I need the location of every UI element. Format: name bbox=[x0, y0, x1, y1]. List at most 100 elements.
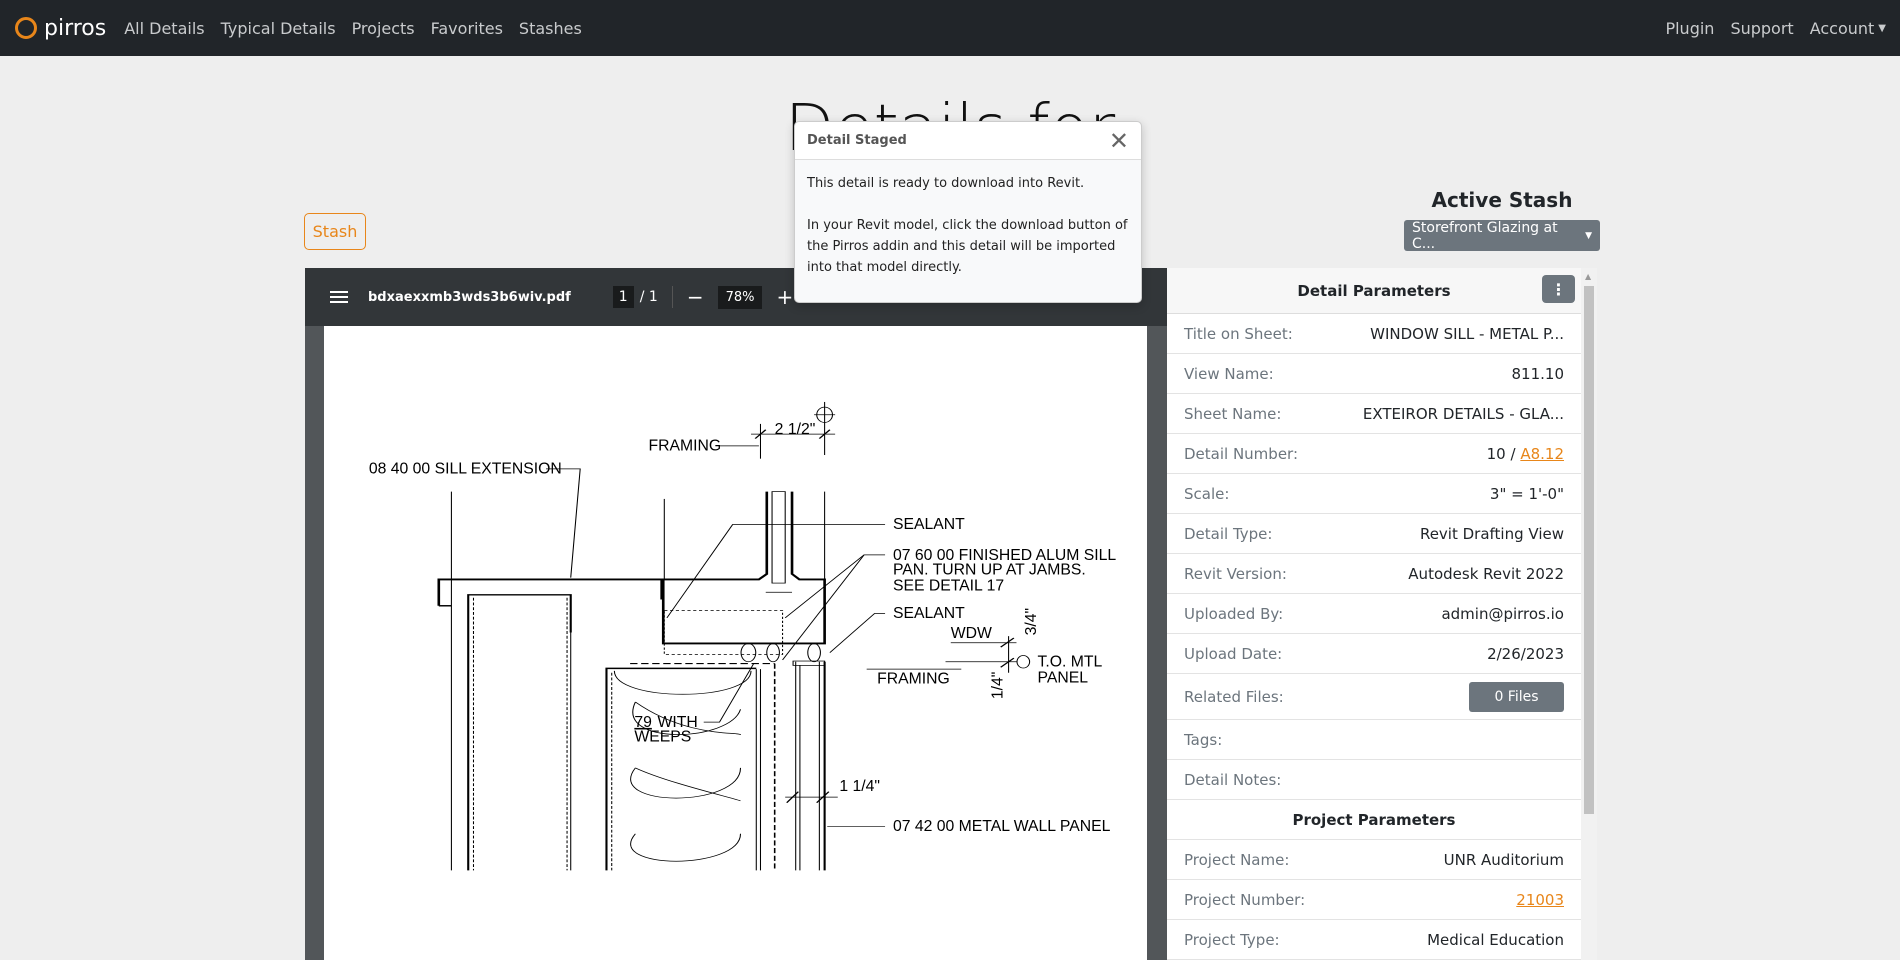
detail-drawing: FRAMING 2 1/2" 08 40 00 SILL EXTENSION S… bbox=[369, 401, 1116, 871]
related-files-button[interactable]: 0 Files bbox=[1469, 681, 1564, 712]
logo[interactable]: pirros bbox=[15, 16, 106, 41]
nav-plugin[interactable]: Plugin bbox=[1665, 19, 1714, 38]
project-parameters-header: Project Parameters bbox=[1167, 800, 1581, 840]
close-icon[interactable]: ✕ bbox=[1109, 127, 1129, 155]
parameter-row: Detail Notes: bbox=[1167, 760, 1581, 800]
brand-name: pirros bbox=[44, 15, 107, 41]
parameter-value: EXTEIROR DETAILS - GLA... bbox=[1363, 405, 1564, 423]
caret-down-icon: ▼ bbox=[1878, 22, 1886, 34]
parameter-row: Title on Sheet: WINDOW SILL - METAL P... bbox=[1167, 314, 1581, 354]
value-text: Revit Drafting View bbox=[1419, 524, 1564, 543]
page-total: / 1 bbox=[639, 289, 658, 305]
nav-projects[interactable]: Projects bbox=[352, 19, 415, 38]
parameter-label: Uploaded By: bbox=[1184, 604, 1284, 623]
pdf-filename: bdxaexxmb3wds3b6wiv.pdf bbox=[368, 289, 571, 305]
parameter-label: Detail Type: bbox=[1184, 524, 1273, 543]
caret-down-icon: ▼ bbox=[1585, 230, 1592, 241]
parameter-value: 3" = 1'-0" bbox=[1490, 485, 1564, 503]
drawing-label: WDW bbox=[951, 625, 992, 642]
parameter-link[interactable]: 21003 bbox=[1516, 891, 1564, 909]
pdf-page: FRAMING 2 1/2" 08 40 00 SILL EXTENSION S… bbox=[324, 326, 1147, 960]
parameter-value: Medical Education bbox=[1427, 931, 1564, 949]
scrollbar-thumb[interactable] bbox=[1584, 286, 1594, 814]
nav-typical-details[interactable]: Typical Details bbox=[221, 19, 336, 38]
value-text: UNR Auditorium bbox=[1443, 850, 1564, 869]
value-text: Autodesk Revit 2022 bbox=[1408, 564, 1564, 583]
parameter-label: Detail Notes: bbox=[1184, 770, 1282, 789]
parameter-value: Revit Drafting View bbox=[1420, 525, 1564, 543]
parameter-link[interactable]: A8.12 bbox=[1520, 445, 1564, 463]
value-text: 2/26/2023 bbox=[1487, 644, 1564, 663]
drawing-label: PAN. TURN UP AT JAMBS. bbox=[893, 562, 1086, 579]
section-heading: Detail Parameters bbox=[1297, 281, 1451, 300]
nav-account[interactable]: Account bbox=[1810, 19, 1875, 38]
parameter-label: Project Name: bbox=[1184, 850, 1290, 869]
nav-favorites[interactable]: Favorites bbox=[431, 19, 503, 38]
parameter-label: Detail Number: bbox=[1184, 444, 1299, 463]
divider bbox=[671, 286, 673, 308]
parameter-row: View Name: 811.10 bbox=[1167, 354, 1581, 394]
parameter-row: Detail Number: 10 / A8.12 bbox=[1167, 434, 1581, 474]
parameter-label: Project Number: bbox=[1184, 890, 1306, 909]
toast-body: This detail is ready to download into Re… bbox=[795, 160, 1141, 291]
zoom-in-icon[interactable]: + bbox=[776, 285, 793, 309]
drawing-label: FRAMING bbox=[649, 437, 722, 454]
toast-message: This detail is ready to download into Re… bbox=[807, 176, 1085, 191]
parameter-value: Autodesk Revit 2022 bbox=[1408, 565, 1564, 583]
detail-parameters-header: Detail Parameters ⋮ bbox=[1167, 268, 1581, 314]
parameter-label: Tags: bbox=[1184, 730, 1223, 749]
parameter-row: Tags: bbox=[1167, 720, 1581, 760]
parameter-value: WINDOW SILL - METAL P... bbox=[1370, 325, 1564, 343]
drawing-label: PANEL bbox=[1038, 670, 1089, 687]
zoom-out-icon[interactable]: − bbox=[687, 285, 704, 309]
parameter-label: Revit Version: bbox=[1184, 564, 1287, 583]
parameter-row: Project Type: Medical Education bbox=[1167, 920, 1581, 960]
value-text: EXTEIROR DETAILS - GLA... bbox=[1362, 404, 1564, 423]
active-stash-value: Storefront Glazing at C... bbox=[1412, 219, 1558, 252]
zoom-level[interactable]: 78% bbox=[717, 285, 763, 309]
value-text: Medical Education bbox=[1427, 930, 1564, 949]
parameter-value: admin@pirros.io bbox=[1441, 605, 1564, 623]
parameter-value: 811.10 bbox=[1512, 365, 1565, 383]
pdf-viewer: bdxaexxmb3wds3b6wiv.pdf 1 / 1 − 78% + FR… bbox=[305, 268, 1167, 960]
detail-staged-toast: Detail Staged ✕ This detail is ready to d… bbox=[794, 121, 1142, 303]
toast-header: Detail Staged ✕ bbox=[795, 122, 1141, 160]
drawing-label: T.O. MTL bbox=[1038, 654, 1103, 671]
drawing-label: SEALANT bbox=[893, 516, 965, 533]
drawing-label: 07 42 00 METAL WALL PANEL bbox=[893, 818, 1111, 835]
parameter-value: 2/26/2023 bbox=[1487, 645, 1564, 663]
drawing-label: SEE DETAIL 17 bbox=[893, 577, 1004, 594]
value-text: 811.10 bbox=[1511, 364, 1565, 383]
parameter-label: Scale: bbox=[1184, 484, 1230, 503]
parameter-row: Scale: 3" = 1'-0" bbox=[1167, 474, 1581, 514]
stash-button[interactable]: Stash bbox=[304, 213, 366, 250]
panel-scrollbar[interactable]: ▲ bbox=[1581, 268, 1597, 960]
toast-title: Detail Staged bbox=[807, 133, 907, 148]
navbar: pirros All Details Typical Details Proje… bbox=[0, 0, 1900, 56]
parameter-row: Upload Date: 2/26/2023 bbox=[1167, 634, 1581, 674]
detail-parameters-panel: Detail Parameters ⋮ Title on Sheet: WINDOW… bbox=[1167, 268, 1581, 960]
parameter-value: 10 / A8.12 bbox=[1487, 445, 1564, 463]
drawing-label: 3/4" bbox=[1023, 608, 1040, 636]
more-options-icon[interactable]: ⋮ bbox=[1542, 275, 1575, 303]
scroll-up-icon[interactable]: ▲ bbox=[1585, 272, 1591, 281]
drawing-label: FRAMING bbox=[877, 671, 950, 688]
nav-all-details[interactable]: All Details bbox=[124, 19, 204, 38]
toast-message: In your Revit model, click the download … bbox=[807, 218, 1128, 275]
drawing-label: 2 1/2" bbox=[775, 421, 816, 438]
parameter-label: Title on Sheet: bbox=[1184, 324, 1293, 343]
drawing-label: 1 1/4" bbox=[839, 778, 880, 795]
parameter-value: UNR Auditorium bbox=[1444, 851, 1564, 869]
drawing-label: 1/4" bbox=[989, 672, 1006, 700]
drawing-label: 08 40 00 SILL EXTENSION bbox=[369, 461, 562, 478]
parameter-value: 21003 bbox=[1516, 891, 1564, 909]
nav-stashes[interactable]: Stashes bbox=[519, 19, 582, 38]
nav-support[interactable]: Support bbox=[1730, 19, 1793, 38]
parameter-label: Upload Date: bbox=[1184, 644, 1283, 663]
page-number-input[interactable]: 1 bbox=[612, 286, 634, 308]
parameter-row: Revit Version: Autodesk Revit 2022 bbox=[1167, 554, 1581, 594]
parameter-row: Detail Type: Revit Drafting View bbox=[1167, 514, 1581, 554]
menu-icon[interactable] bbox=[330, 288, 348, 306]
active-stash-select[interactable]: Storefront Glazing at C... ▼ bbox=[1404, 219, 1600, 252]
drawing-label: SEALANT bbox=[893, 605, 965, 622]
